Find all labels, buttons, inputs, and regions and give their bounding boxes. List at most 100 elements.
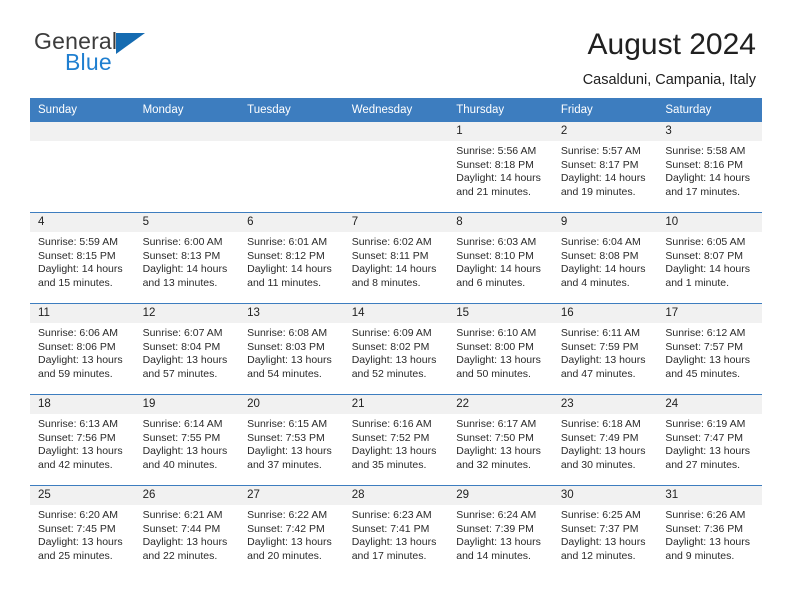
day-cell-inner: 22 Sunrise: 6:17 AM Sunset: 7:50 PM Dayligh… [448, 395, 553, 485]
sunset-text: Sunset: 7:56 PM [38, 431, 116, 444]
logo-triangle-icon [116, 33, 146, 54]
day-number: 27 [239, 486, 344, 505]
page-title: August 2024 [587, 28, 756, 61]
day-details: Sunrise: 6:24 AM Sunset: 7:39 PM Daylight:… [448, 505, 553, 563]
calendar-day-cell[interactable]: 16 Sunrise: 6:11 AM Sunset: 7:59 PM Dayligh… [552, 303, 658, 395]
calendar-day-cell[interactable]: 30 Sunrise: 6:25 AM Sunset: 7:37 PM Dayligh… [552, 485, 658, 576]
sunrise-text: Sunrise: 6:01 AM [247, 236, 328, 248]
calendar-day-cell[interactable]: 21 Sunrise: 6:16 AM Sunset: 7:52 PM Dayligh… [343, 394, 449, 486]
calendar-day-cell[interactable]: 14 Sunrise: 6:09 AM Sunset: 8:02 PM Dayligh… [343, 303, 449, 395]
day-details: Sunrise: 6:00 AM Sunset: 8:13 PM Daylight:… [135, 232, 240, 290]
sunset-text: Sunset: 8:13 PM [142, 249, 221, 262]
day-details: Sunrise: 6:22 AM Sunset: 7:42 PM Daylight:… [239, 505, 344, 563]
sunrise-text: Sunrise: 6:22 AM [247, 509, 328, 521]
sunset-text: Sunset: 7:53 PM [247, 431, 325, 444]
day-cell-inner [239, 122, 344, 212]
daylight-text: Daylight: 14 hours and 19 minutes. [560, 172, 646, 198]
calendar-day-cell[interactable]: 8 Sunrise: 6:03 AM Sunset: 8:10 PM Daylight… [448, 212, 553, 304]
sunset-text: Sunset: 7:57 PM [665, 340, 744, 353]
sunset-text: Sunset: 7:36 PM [665, 522, 744, 535]
calendar-day-cell[interactable]: 4 Sunrise: 5:59 AM Sunset: 8:15 PM Daylight… [30, 212, 135, 304]
calendar-day-cell[interactable]: 5 Sunrise: 6:00 AM Sunset: 8:13 PM Daylight… [134, 212, 240, 304]
daylight-text: Daylight: 14 hours and 11 minutes. [247, 263, 332, 289]
sunrise-text: Sunrise: 6:16 AM [351, 418, 432, 430]
sunset-text: Sunset: 7:37 PM [560, 522, 639, 535]
day-number: 29 [448, 486, 553, 505]
title-block: August 2024 Casalduni, Campania, Italy [583, 28, 756, 88]
day-number: 1 [448, 122, 553, 141]
calendar-day-cell[interactable]: 7 Sunrise: 6:02 AM Sunset: 8:11 PM Daylight… [343, 212, 449, 304]
calendar-day-cell-empty [134, 122, 240, 213]
generalblue-logo[interactable]: General Blue [34, 28, 146, 74]
day-cell-inner: 30 Sunrise: 6:25 AM Sunset: 7:37 PM Dayligh… [552, 486, 658, 576]
daylight-text: Daylight: 14 hours and 8 minutes. [351, 263, 437, 289]
daylight-text: Daylight: 13 hours and 42 minutes. [38, 445, 123, 471]
day-number: 24 [657, 395, 762, 414]
daylight-text: Daylight: 13 hours and 27 minutes. [665, 445, 751, 471]
calendar-day-cell[interactable]: 17 Sunrise: 6:12 AM Sunset: 7:57 PM Dayligh… [657, 303, 762, 395]
day-cell-inner: 23 Sunrise: 6:18 AM Sunset: 7:49 PM Dayligh… [552, 395, 658, 485]
sunrise-text: Sunrise: 6:12 AM [665, 327, 746, 339]
calendar-day-cell[interactable]: 24 Sunrise: 6:19 AM Sunset: 7:47 PM Dayligh… [657, 394, 762, 486]
calendar-day-cell[interactable]: 13 Sunrise: 6:08 AM Sunset: 8:03 PM Dayligh… [239, 303, 344, 395]
sunset-text: Sunset: 7:41 PM [351, 522, 430, 535]
calendar-day-cell[interactable]: 31 Sunrise: 6:26 AM Sunset: 7:36 PM Dayligh… [657, 485, 762, 576]
calendar-day-cell[interactable]: 26 Sunrise: 6:21 AM Sunset: 7:44 PM Dayligh… [134, 485, 240, 576]
day-cell-inner: 18 Sunrise: 6:13 AM Sunset: 7:56 PM Dayligh… [30, 395, 135, 485]
calendar-day-cell[interactable]: 25 Sunrise: 6:20 AM Sunset: 7:45 PM Dayligh… [30, 485, 135, 576]
calendar-day-cell[interactable]: 29 Sunrise: 6:24 AM Sunset: 7:39 PM Dayligh… [448, 485, 553, 576]
daylight-text: Daylight: 13 hours and 37 minutes. [247, 445, 332, 471]
daylight-text: Daylight: 13 hours and 32 minutes. [456, 445, 541, 471]
calendar-day-cell[interactable]: 20 Sunrise: 6:15 AM Sunset: 7:53 PM Dayligh… [239, 394, 344, 486]
daylight-text: Daylight: 13 hours and 50 minutes. [456, 354, 541, 380]
calendar-day-cell[interactable]: 3 Sunrise: 5:58 AM Sunset: 8:16 PM Daylight… [657, 122, 762, 213]
day-number [239, 122, 344, 141]
sunrise-text: Sunrise: 6:05 AM [665, 236, 746, 248]
sunset-text: Sunset: 8:11 PM [351, 249, 429, 262]
daylight-text: Daylight: 13 hours and 47 minutes. [560, 354, 646, 380]
day-number: 17 [657, 304, 762, 323]
calendar-day-cell[interactable]: 22 Sunrise: 6:17 AM Sunset: 7:50 PM Dayligh… [448, 394, 553, 486]
calendar-day-cell[interactable]: 1 Sunrise: 5:56 AM Sunset: 8:18 PM Daylight… [448, 122, 553, 213]
day-cell-inner: 17 Sunrise: 6:12 AM Sunset: 7:57 PM Dayligh… [657, 304, 762, 394]
day-details: Sunrise: 6:08 AM Sunset: 8:03 PM Daylight:… [239, 323, 344, 381]
day-number: 26 [134, 486, 240, 505]
calendar-day-cell[interactable]: 28 Sunrise: 6:23 AM Sunset: 7:41 PM Dayligh… [343, 485, 449, 576]
calendar-day-cell[interactable]: 2 Sunrise: 5:57 AM Sunset: 8:17 PM Daylight… [552, 122, 658, 213]
calendar-day-cell[interactable]: 11 Sunrise: 6:06 AM Sunset: 8:06 PM Dayligh… [30, 303, 135, 395]
day-number: 8 [448, 213, 553, 232]
sunrise-text: Sunrise: 6:03 AM [456, 236, 537, 248]
day-cell-inner: 20 Sunrise: 6:15 AM Sunset: 7:53 PM Dayligh… [239, 395, 344, 485]
sunrise-text: Sunrise: 6:07 AM [142, 327, 223, 339]
day-cell-inner: 2 Sunrise: 5:57 AM Sunset: 8:17 PM Daylight… [552, 122, 658, 212]
day-number: 15 [448, 304, 553, 323]
sunrise-text: Sunrise: 6:18 AM [560, 418, 641, 430]
daylight-text: Daylight: 13 hours and 54 minutes. [247, 354, 332, 380]
calendar-day-cell[interactable]: 6 Sunrise: 6:01 AM Sunset: 8:12 PM Daylight… [239, 212, 344, 304]
sunrise-text: Sunrise: 6:08 AM [247, 327, 328, 339]
day-cell-inner: 3 Sunrise: 5:58 AM Sunset: 8:16 PM Daylight… [657, 122, 762, 212]
sunrise-text: Sunrise: 6:25 AM [560, 509, 641, 521]
calendar-day-cell[interactable]: 10 Sunrise: 6:05 AM Sunset: 8:07 PM Dayligh… [657, 212, 762, 304]
day-number: 13 [239, 304, 344, 323]
daylight-text: Daylight: 14 hours and 13 minutes. [142, 263, 228, 289]
sunset-text: Sunset: 7:44 PM [142, 522, 221, 535]
calendar-day-cell[interactable]: 19 Sunrise: 6:14 AM Sunset: 7:55 PM Dayligh… [134, 394, 240, 486]
day-cell-inner: 11 Sunrise: 6:06 AM Sunset: 8:06 PM Dayligh… [30, 304, 135, 394]
calendar-day-cell[interactable]: 15 Sunrise: 6:10 AM Sunset: 8:00 PM Dayligh… [448, 303, 553, 395]
sunset-text: Sunset: 7:50 PM [456, 431, 534, 444]
calendar-day-cell[interactable]: 27 Sunrise: 6:22 AM Sunset: 7:42 PM Dayligh… [239, 485, 344, 576]
calendar-day-cell[interactable]: 23 Sunrise: 6:18 AM Sunset: 7:49 PM Dayligh… [552, 394, 658, 486]
calendar-day-cell[interactable]: 9 Sunrise: 6:04 AM Sunset: 8:08 PM Daylight… [552, 212, 658, 304]
day-number: 9 [552, 213, 658, 232]
day-details: Sunrise: 6:06 AM Sunset: 8:06 PM Daylight:… [30, 323, 135, 381]
day-cell-inner: 4 Sunrise: 5:59 AM Sunset: 8:15 PM Daylight… [30, 213, 135, 303]
day-cell-inner: 29 Sunrise: 6:24 AM Sunset: 7:39 PM Dayligh… [448, 486, 553, 576]
day-cell-inner: 21 Sunrise: 6:16 AM Sunset: 7:52 PM Dayligh… [343, 395, 449, 485]
day-number: 19 [134, 395, 240, 414]
calendar-day-cell[interactable]: 18 Sunrise: 6:13 AM Sunset: 7:56 PM Dayligh… [30, 394, 135, 486]
calendar-day-cell-empty [239, 122, 344, 213]
daylight-text: Daylight: 14 hours and 6 minutes. [456, 263, 541, 289]
calendar-day-cell[interactable]: 12 Sunrise: 6:07 AM Sunset: 8:04 PM Dayligh… [134, 303, 240, 395]
day-details: Sunrise: 6:26 AM Sunset: 7:36 PM Daylight:… [657, 505, 762, 563]
